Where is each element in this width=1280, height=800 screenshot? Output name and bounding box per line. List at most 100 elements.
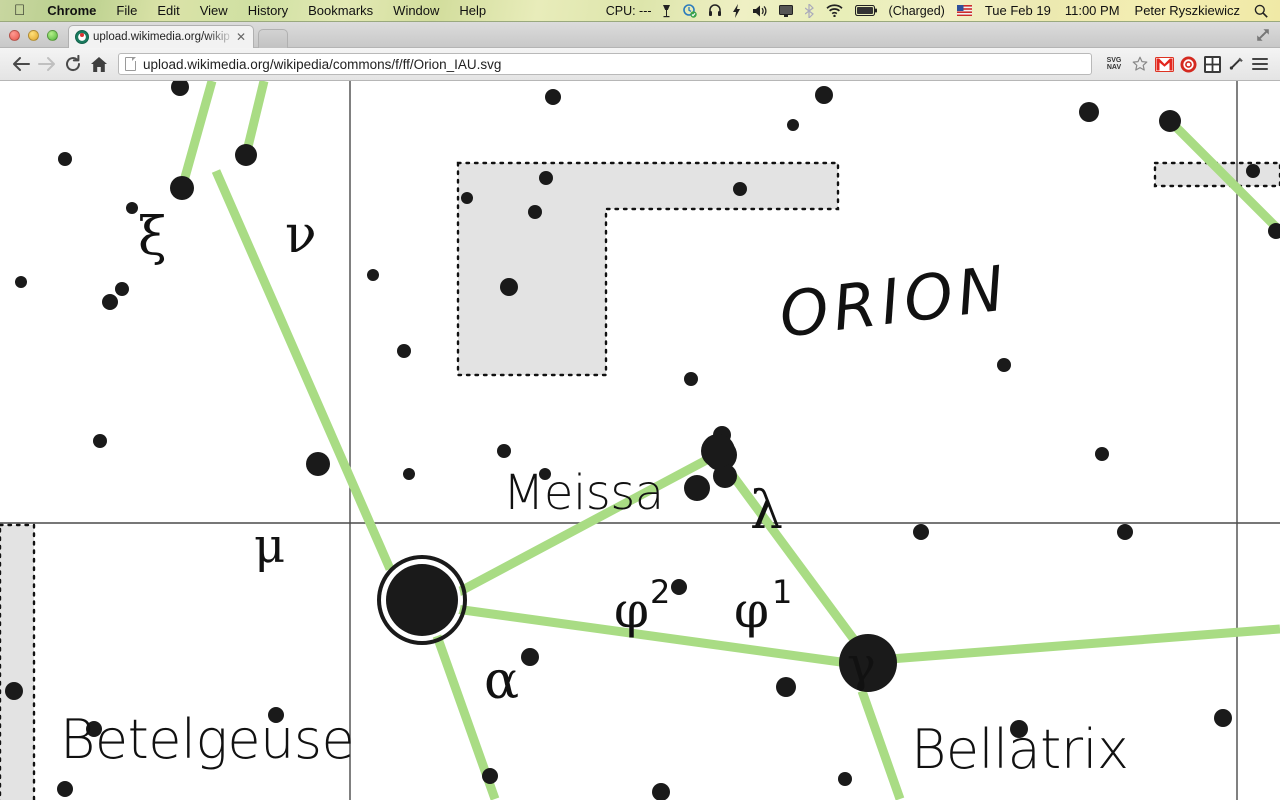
menu-item-edit[interactable]: Edit (147, 0, 189, 22)
star-point (997, 358, 1011, 372)
star-point (671, 579, 687, 595)
star-point (815, 86, 833, 104)
browser-toolbar: upload.wikimedia.org/wikipedia/commons/f… (0, 48, 1280, 81)
bayer-label-gamma: γ (847, 637, 876, 693)
url-text: upload.wikimedia.org/wikipedia/commons/f… (143, 56, 502, 72)
star-point (1246, 164, 1260, 178)
star-name-betelgeuse: Betelgeuse (60, 708, 355, 771)
lightning-icon[interactable] (727, 3, 747, 18)
bayer-label-nu: ν (285, 205, 317, 265)
star-point (397, 344, 411, 358)
star-point (545, 89, 561, 105)
star-point (102, 294, 118, 310)
star-point (787, 119, 799, 131)
menu-item-window[interactable]: Window (383, 0, 449, 22)
mac-menu-bar:  Chrome File Edit View History Bookmark… (0, 0, 1280, 22)
star-point (539, 171, 553, 185)
named-star-betelgeuse (377, 555, 467, 645)
menu-item-help[interactable]: Help (449, 0, 496, 22)
wikimedia-commons-favicon (75, 30, 89, 44)
browser-tab[interactable]: upload.wikimedia.org/wikip ✕ (68, 25, 254, 48)
named-star-meissa (701, 434, 735, 468)
volume-icon[interactable] (747, 5, 773, 17)
star-point (57, 781, 73, 797)
star-point (126, 202, 138, 214)
star-point (500, 278, 518, 296)
star-point (306, 452, 330, 476)
spotlight-search-icon[interactable] (1248, 4, 1274, 18)
star-point (684, 372, 698, 386)
menu-bar-date[interactable]: Tue Feb 19 (978, 3, 1058, 18)
star-chart-svg (0, 81, 1280, 800)
bayer-label-xi: ξ (138, 207, 167, 267)
minimize-window-button[interactable] (28, 30, 39, 41)
time-machine-icon[interactable] (677, 3, 703, 18)
tab-title: upload.wikimedia.org/wikip (93, 31, 230, 43)
gmail-extension-icon[interactable] (1152, 51, 1176, 77)
wifi-icon[interactable] (820, 4, 849, 17)
bayer-label-lambda: λ (750, 481, 783, 541)
star-point (1159, 110, 1181, 132)
apps-grid-extension-icon[interactable] (1200, 51, 1224, 77)
chrome-browser-window: upload.wikimedia.org/wikip ✕ upload.wiki… (0, 22, 1280, 800)
star-point (115, 282, 129, 296)
star-point (1117, 524, 1133, 540)
bayer-label-mu: μ (254, 518, 286, 574)
menu-item-chrome[interactable]: Chrome (37, 0, 106, 22)
battery-icon[interactable] (849, 5, 883, 16)
orion-star-chart: ORION Betelgeuse Bellatrix Meissa ξ ν μ … (0, 81, 1280, 800)
pocket-extension-icon[interactable] (1224, 51, 1248, 77)
svg-nav-extension-icon[interactable]: SVG NAV (1100, 51, 1128, 77)
menu-item-view[interactable]: View (190, 0, 238, 22)
star-point (5, 682, 23, 700)
forward-arrow-icon[interactable] (34, 51, 60, 77)
headphones-icon[interactable] (703, 4, 727, 17)
menu-bar-username[interactable]: Peter Ryszkiewicz (1127, 3, 1248, 18)
star-point (521, 648, 539, 666)
star-point (403, 468, 415, 480)
star-point (93, 434, 107, 448)
star-point (1214, 709, 1232, 727)
menu-item-history[interactable]: History (238, 0, 298, 22)
url-address-bar[interactable]: upload.wikimedia.org/wikipedia/commons/f… (118, 53, 1092, 75)
home-icon[interactable] (86, 51, 112, 77)
apple-logo-icon[interactable]:  (8, 0, 37, 22)
adblock-extension-icon[interactable] (1176, 51, 1200, 77)
cpu-status-text[interactable]: CPU: --- (606, 4, 656, 18)
chrome-menu-icon[interactable] (1248, 51, 1272, 77)
star-point (733, 182, 747, 196)
wineglass-icon[interactable] (656, 4, 677, 18)
bayer-label-phi2: φ (614, 581, 650, 639)
bayer-label-alpha: α (484, 651, 520, 711)
menu-bar-left:  Chrome File Edit View History Bookmark… (0, 0, 496, 22)
star-point (776, 677, 796, 697)
menu-item-bookmarks[interactable]: Bookmarks (298, 0, 383, 22)
battery-status-text: (Charged) (888, 3, 945, 18)
star-point (235, 144, 257, 166)
boundary-region-left-edge-shaded (0, 523, 36, 800)
star-point (367, 269, 379, 281)
menu-bar-status-area: CPU: --- (Charged) Tue Feb 19 11:00 PM P… (606, 0, 1280, 22)
star-point (461, 192, 473, 204)
menu-item-file[interactable]: File (106, 0, 147, 22)
new-tab-button[interactable] (258, 29, 288, 48)
bluetooth-icon[interactable] (799, 3, 820, 18)
zoom-window-button[interactable] (47, 30, 58, 41)
svg-nav-line2: NAV (1106, 64, 1122, 71)
close-window-button[interactable] (9, 30, 20, 41)
star-point (15, 276, 27, 288)
star-point (1095, 447, 1109, 461)
star-point (1079, 102, 1099, 122)
close-icon[interactable]: ✕ (235, 30, 247, 44)
bookmark-star-icon[interactable] (1128, 51, 1152, 77)
menu-bar-time[interactable]: 11:00 PM (1058, 3, 1127, 18)
bayer-superscript-phi1: 1 (772, 573, 793, 611)
reload-icon[interactable] (60, 51, 86, 77)
star-point (482, 768, 498, 784)
star-point (913, 524, 929, 540)
fullscreen-icon[interactable] (1254, 27, 1272, 43)
us-flag-icon[interactable] (951, 5, 978, 16)
star-name-bellatrix: Bellatrix (911, 718, 1129, 781)
display-icon[interactable] (773, 4, 799, 17)
back-arrow-icon[interactable] (8, 51, 34, 77)
